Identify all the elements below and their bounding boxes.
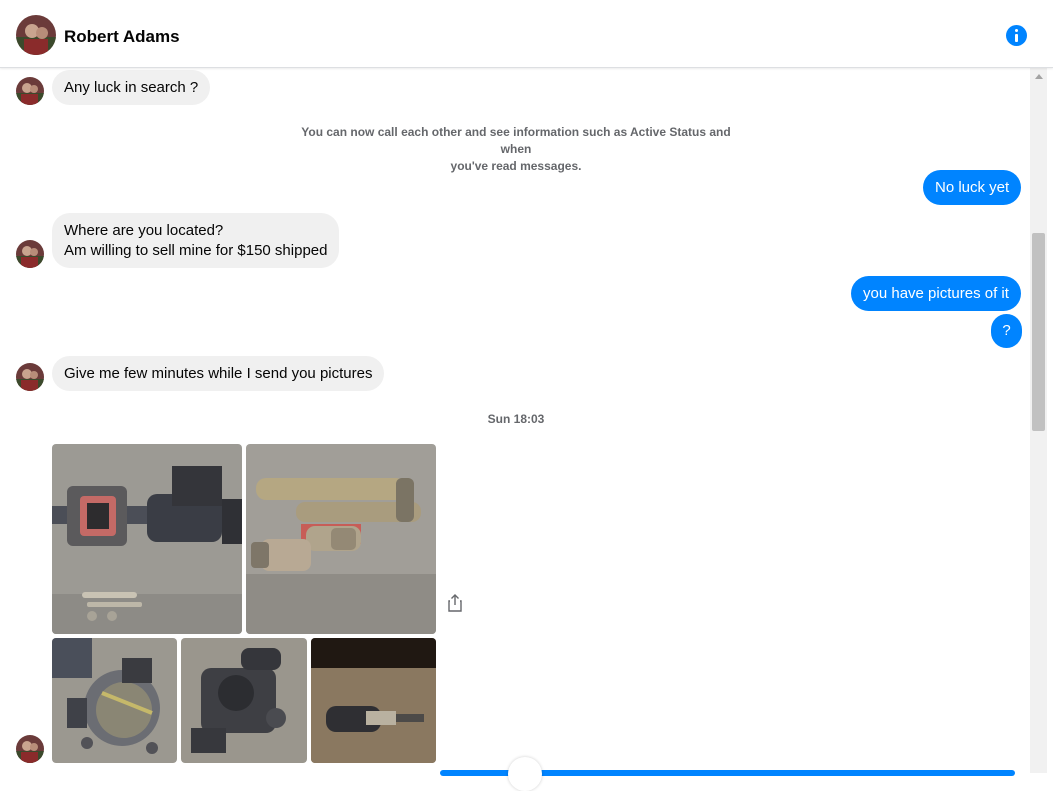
photo-attachment[interactable]	[181, 638, 307, 763]
message-bubble-incoming[interactable]: Any luck in search ?	[52, 70, 211, 105]
message-text: Am willing to sell mine for $150 shipped	[64, 242, 328, 259]
message-bubble-outgoing[interactable]: ?	[991, 314, 1022, 348]
timestamp: Sun 18:03	[487, 412, 545, 426]
avatar[interactable]	[16, 77, 44, 105]
system-note: You can now call each other and see info…	[290, 124, 742, 175]
photo-attachment[interactable]	[246, 444, 436, 634]
share-icon[interactable]	[448, 594, 462, 612]
message-text: Give me few minutes while I send you pic…	[64, 365, 373, 382]
message-text: ?	[1002, 322, 1011, 339]
message-text: Where are you located?	[64, 222, 224, 239]
info-circle-icon[interactable]	[1006, 25, 1027, 46]
scroll-up-arrow-icon[interactable]	[1035, 74, 1043, 79]
message-bubble-incoming[interactable]: Where are you located? Am willing to sel…	[52, 213, 340, 268]
scrollbar[interactable]	[1030, 68, 1047, 773]
message-bubble-outgoing[interactable]: No luck yet	[923, 170, 1022, 205]
message-bubble-incoming[interactable]: Give me few minutes while I send you pic…	[52, 356, 385, 391]
system-note-line: you've read messages.	[450, 159, 582, 173]
message-text: Any luck in search ?	[64, 79, 199, 96]
message-bubble-outgoing[interactable]: you have pictures of it	[851, 276, 1021, 311]
photo-attachment[interactable]	[311, 638, 436, 763]
scrollbar-thumb[interactable]	[1032, 233, 1045, 431]
scroll-to-bottom-button[interactable]	[508, 757, 542, 791]
photo-attachment[interactable]	[52, 444, 242, 634]
message-text: you have pictures of it	[863, 285, 1009, 302]
message-text: No luck yet	[935, 179, 1010, 196]
photo-attachment[interactable]	[52, 638, 177, 763]
conversation-header: Robert Adams	[0, 0, 1053, 68]
avatar[interactable]	[16, 735, 44, 763]
contact-avatar[interactable]	[16, 15, 56, 55]
system-note-line: You can now call each other and see info…	[301, 125, 731, 156]
contact-name[interactable]: Robert Adams	[64, 27, 180, 47]
avatar[interactable]	[16, 363, 44, 391]
avatar[interactable]	[16, 240, 44, 268]
